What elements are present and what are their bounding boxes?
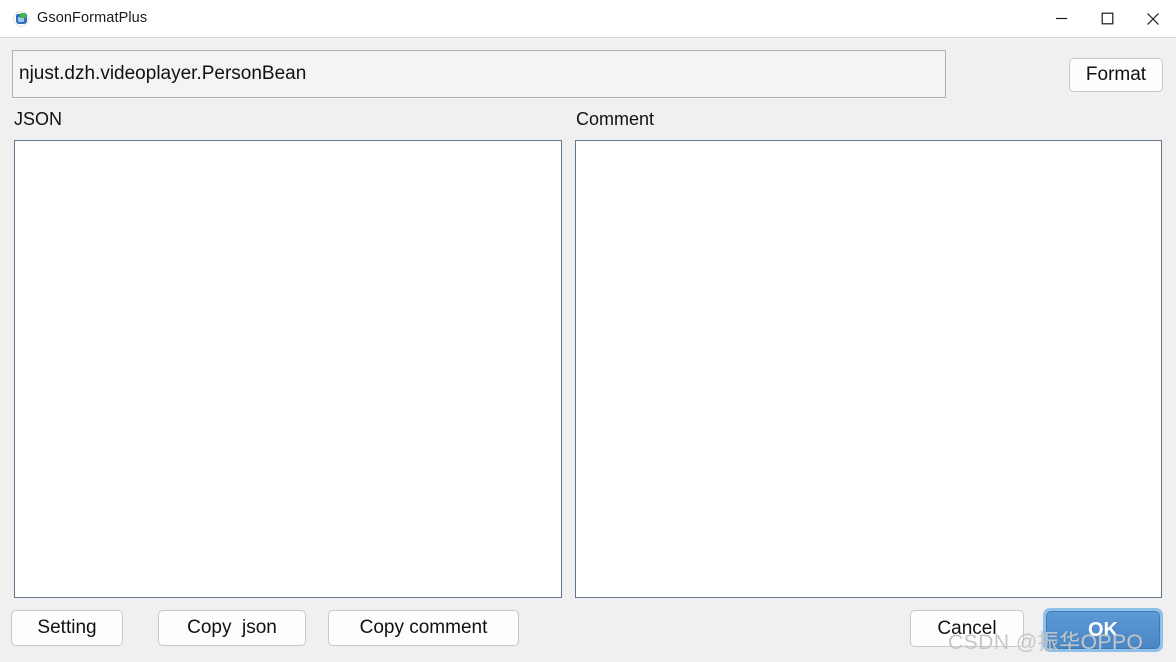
comment-textarea[interactable]	[575, 140, 1162, 598]
format-button[interactable]: Format	[1069, 58, 1163, 92]
json-panel-label: JSON	[14, 109, 63, 129]
json-textarea[interactable]	[14, 140, 562, 598]
minimize-icon	[1055, 17, 1067, 20]
title-bar: GsonFormatPlus	[0, 0, 1176, 38]
class-name-value: njust.dzh.videoplayer.PersonBean	[19, 63, 307, 84]
close-button[interactable]	[1130, 0, 1176, 37]
setting-button[interactable]: Setting	[11, 610, 123, 646]
app-icon	[13, 11, 29, 27]
window-title: GsonFormatPlus	[37, 10, 148, 26]
window-controls	[1038, 0, 1176, 37]
ok-button-focus-ring: OK	[1043, 608, 1163, 652]
maximize-button[interactable]	[1084, 0, 1130, 37]
ok-button[interactable]: OK	[1046, 611, 1160, 649]
cancel-button[interactable]: Cancel	[910, 610, 1024, 647]
comment-panel-label: Comment	[576, 109, 655, 129]
minimize-button[interactable]	[1038, 0, 1084, 37]
maximize-icon	[1101, 12, 1113, 25]
app-icon-accent	[20, 13, 26, 18]
gson-format-plus-window: GsonFormatPlus njust.dzh.videoplayer.Per…	[0, 0, 1176, 662]
copy-comment-button[interactable]: Copy comment	[328, 610, 519, 646]
copy-json-button[interactable]: Copy json	[158, 610, 306, 646]
close-icon	[1147, 12, 1159, 25]
class-name-input[interactable]: njust.dzh.videoplayer.PersonBean	[12, 50, 946, 98]
